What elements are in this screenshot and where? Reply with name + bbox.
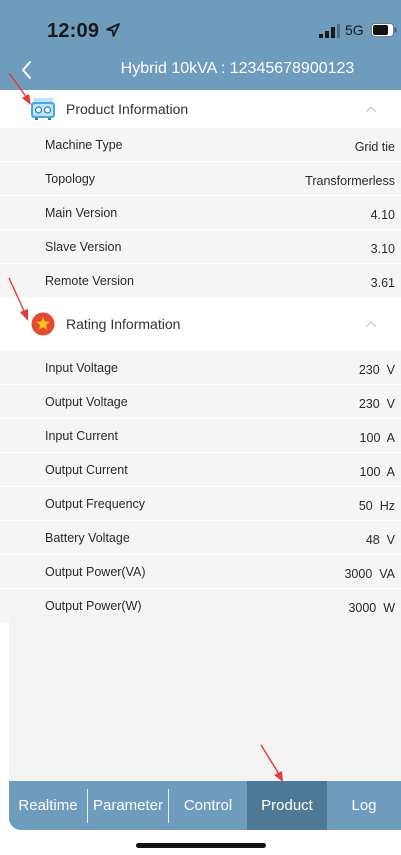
info-row-topology: Topology Transformerless: [0, 162, 401, 196]
info-row-remote-version: Remote Version 3.61: [0, 264, 401, 298]
tab-product[interactable]: Product: [247, 781, 327, 830]
rating-row-output-power-va: Output Power(VA) 3000 VA: [0, 555, 401, 589]
row-label: Output Current: [45, 463, 128, 477]
status-bar: 12:09 5G: [0, 0, 401, 50]
home-indicator[interactable]: [136, 843, 266, 848]
row-value: Transformerless: [305, 174, 395, 188]
row-value: 3000 VA: [344, 567, 395, 581]
row-label: Output Frequency: [45, 497, 146, 511]
row-value: 3.10: [370, 242, 395, 256]
section-title: Rating Information: [66, 316, 181, 332]
content-empty-area: [9, 614, 401, 781]
back-chevron-icon[interactable]: [14, 56, 40, 84]
nav-header: Hybrid 10kVA : 12345678900123: [0, 50, 401, 90]
row-value: 100 A: [359, 465, 395, 479]
product-content: Product Information Machine Type Grid ti…: [0, 90, 401, 623]
row-value: 230 V: [358, 397, 395, 411]
chevron-up-icon[interactable]: [365, 320, 377, 328]
row-value: 3.61: [370, 276, 395, 290]
info-row-slave-version: Slave Version 3.10: [0, 230, 401, 264]
row-value: 50 Hz: [358, 499, 395, 513]
row-label: Output Power(W): [45, 599, 142, 613]
tab-parameter[interactable]: Parameter: [88, 781, 168, 830]
top-bar: 12:09 5G Hybrid 10kVA : 12345678900123: [0, 0, 401, 90]
row-value: 100 A: [359, 431, 395, 445]
row-value: 3000 W: [348, 601, 395, 615]
rating-row-output-voltage: Output Voltage 230 V: [0, 385, 401, 419]
section-rating-information[interactable]: Rating Information: [0, 305, 401, 343]
tab-control[interactable]: Control: [169, 781, 247, 830]
location-arrow-icon: [106, 23, 120, 37]
tab-log[interactable]: Log: [327, 781, 401, 830]
rating-row-input-voltage: Input Voltage 230 V: [0, 351, 401, 385]
section-title: Product Information: [66, 101, 189, 117]
network-type: 5G: [345, 22, 364, 38]
row-value: 48 V: [365, 533, 395, 547]
section-product-information[interactable]: Product Information: [0, 90, 401, 128]
info-row-main-version: Main Version 4.10: [0, 196, 401, 230]
row-value: 4.10: [370, 208, 395, 222]
row-label: Input Current: [45, 429, 118, 443]
star-badge-icon: [31, 312, 55, 336]
row-value: 230 V: [358, 363, 395, 377]
row-label: Remote Version: [45, 274, 134, 288]
battery-icon: [371, 23, 397, 37]
rating-row-battery-voltage: Battery Voltage 48 V: [0, 521, 401, 555]
signal-bars-icon: [319, 24, 340, 38]
rating-row-output-current: Output Current 100 A: [0, 453, 401, 487]
chevron-up-icon[interactable]: [365, 105, 377, 113]
row-label: Input Voltage: [45, 361, 118, 375]
rating-row-output-frequency: Output Frequency 50 Hz: [0, 487, 401, 521]
row-label: Topology: [45, 172, 96, 186]
row-label: Main Version: [45, 206, 118, 220]
row-label: Battery Voltage: [45, 531, 130, 545]
info-row-machine-type: Machine Type Grid tie: [0, 128, 401, 162]
row-label: Output Power(VA): [45, 565, 146, 579]
bottom-tab-bar: Realtime Parameter Control Product Log: [9, 781, 401, 830]
row-label: Machine Type: [45, 138, 123, 152]
row-label: Slave Version: [45, 240, 122, 254]
tab-realtime[interactable]: Realtime: [9, 781, 87, 830]
status-time: 12:09: [47, 20, 100, 42]
row-value: Grid tie: [354, 140, 395, 154]
rating-row-input-current: Input Current 100 A: [0, 419, 401, 453]
row-label: Output Voltage: [45, 395, 128, 409]
page-title: Hybrid 10kVA : 12345678900123: [120, 60, 355, 77]
inverter-device-icon: [31, 98, 55, 120]
